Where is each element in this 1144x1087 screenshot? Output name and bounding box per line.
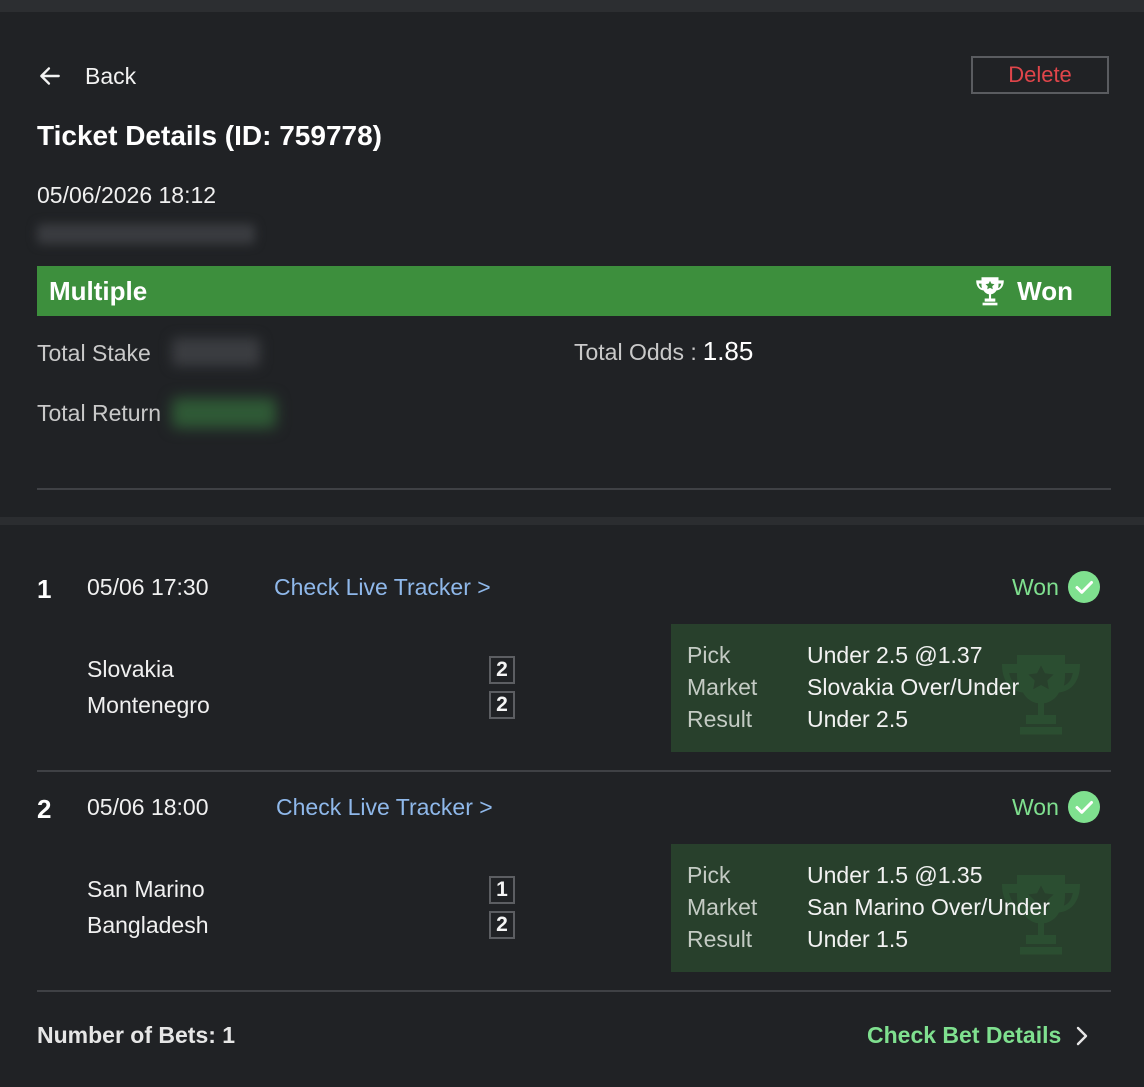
pick-label: Pick xyxy=(687,642,731,668)
panel-divider xyxy=(0,517,1144,525)
total-stake-label: Total Stake xyxy=(37,340,151,366)
ticket-status-banner: Multiple Won xyxy=(37,266,1111,316)
total-odds-label: Total Odds : xyxy=(574,339,697,365)
redacted-account-info xyxy=(37,224,255,244)
result-label: Result xyxy=(687,926,753,952)
market-row: Market Slovakia Over/Under xyxy=(687,674,1019,701)
result-row: Result Under 2.5 xyxy=(687,706,908,733)
pick-row: Pick Under 2.5 @1.37 xyxy=(687,642,983,669)
market-value: Slovakia Over/Under xyxy=(807,674,1020,700)
top-strip xyxy=(0,0,1144,12)
home-score: 1 xyxy=(489,876,515,904)
bet-item: 2 05/06 18:00 Check Live Tracker > Won S… xyxy=(0,791,1144,994)
market-label: Market xyxy=(687,674,758,700)
ticket-status: Won xyxy=(973,274,1073,308)
pick-row: Pick Under 1.5 @1.35 xyxy=(687,862,983,889)
ticket-datetime: 05/06/2026 18:12 xyxy=(37,182,217,208)
check-circle-icon xyxy=(1067,571,1100,603)
market-row: Market San Marino Over/Under xyxy=(687,894,1050,921)
bet-separator xyxy=(37,770,1111,772)
total-odds-value: 1.85 xyxy=(702,336,754,366)
home-score: 2 xyxy=(489,656,515,684)
redacted-total-stake xyxy=(172,338,260,366)
bet-status-label: Won xyxy=(1012,573,1059,600)
trophy-icon xyxy=(976,277,1004,306)
bet-status: Won xyxy=(1012,790,1101,824)
live-tracker-link[interactable]: Check Live Tracker > xyxy=(276,794,493,821)
total-return-label: Total Return xyxy=(37,400,162,426)
bet-item: 1 05/06 17:30 Check Live Tracker > Won S… xyxy=(0,571,1144,774)
live-tracker-link[interactable]: Check Live Tracker > xyxy=(274,574,491,601)
footer-separator xyxy=(37,990,1111,992)
bet-status: Won xyxy=(1012,570,1101,604)
pick-details: Pick Under 2.5 @1.37 Market Slovakia Ove… xyxy=(671,624,1111,752)
bet-time: 05/06 17:30 xyxy=(87,574,209,600)
pick-value: Under 2.5 @1.37 xyxy=(807,642,983,668)
home-team: San Marino xyxy=(87,876,205,902)
check-bet-details-label: Check Bet Details xyxy=(867,1022,1062,1048)
bets-count: Number of Bets: 1 xyxy=(37,1022,236,1048)
bet-number: 1 xyxy=(37,574,52,604)
check-circle-icon xyxy=(1067,791,1100,823)
pick-value: Under 1.5 @1.35 xyxy=(807,862,983,888)
chevron-right-icon xyxy=(1077,1026,1088,1045)
away-team: Montenegro xyxy=(87,692,210,718)
summary-separator xyxy=(37,488,1111,490)
pick-details: Pick Under 1.5 @1.35 Market San Marino O… xyxy=(671,844,1111,972)
result-row: Result Under 1.5 xyxy=(687,926,908,953)
ticket-status-label: Won xyxy=(1017,275,1073,306)
away-score: 2 xyxy=(489,691,515,719)
away-team: Bangladesh xyxy=(87,912,209,938)
bet-status-label: Won xyxy=(1012,793,1059,820)
bet-type-label: Multiple xyxy=(49,275,148,306)
page-title: Ticket Details (ID: 759778) xyxy=(37,120,382,151)
back-label: Back xyxy=(85,62,137,89)
result-value: Under 1.5 xyxy=(807,926,909,952)
pick-label: Pick xyxy=(687,862,731,888)
result-label: Result xyxy=(687,706,753,732)
market-label: Market xyxy=(687,894,758,920)
market-value: San Marino Over/Under xyxy=(807,894,1050,920)
check-bet-details-link[interactable]: Check Bet Details xyxy=(867,1022,1093,1049)
bet-time: 05/06 18:00 xyxy=(87,794,209,820)
result-value: Under 2.5 xyxy=(807,706,909,732)
away-score: 2 xyxy=(489,911,515,939)
redacted-total-return xyxy=(172,398,276,428)
delete-button[interactable]: Delete xyxy=(971,56,1109,94)
total-odds: Total Odds : 1.85 xyxy=(574,336,753,367)
home-team: Slovakia xyxy=(87,656,174,682)
arrow-left-icon xyxy=(40,67,60,85)
bet-number: 2 xyxy=(37,794,52,824)
back-button[interactable]: Back xyxy=(37,60,136,92)
